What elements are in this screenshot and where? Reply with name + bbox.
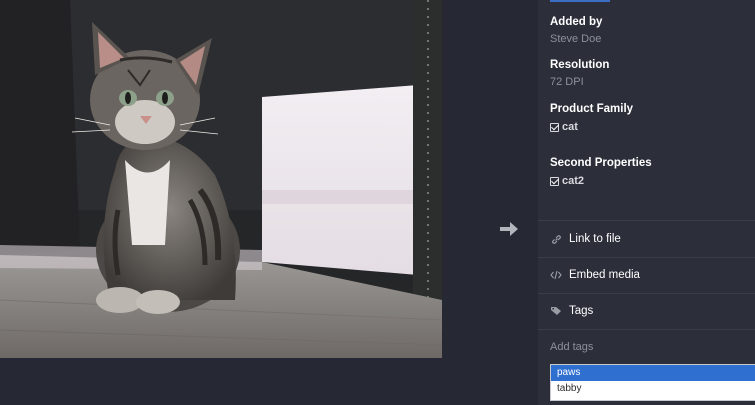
media-preview-pane — [0, 0, 538, 405]
second-properties-value: cat2 — [562, 175, 585, 187]
divider — [538, 293, 755, 294]
link-icon — [550, 233, 562, 245]
tag-icon — [550, 305, 562, 317]
link-to-file-label: Link to file — [569, 233, 621, 245]
link-to-file-button[interactable]: Link to file — [550, 229, 621, 249]
resolution-label: Resolution — [550, 59, 610, 71]
tags-button[interactable]: Tags — [550, 301, 593, 321]
embed-media-button[interactable]: Embed media — [550, 265, 640, 285]
checkbox-checked-icon — [550, 122, 559, 132]
product-family-label: Product Family — [550, 103, 634, 115]
embed-media-label: Embed media — [569, 269, 640, 281]
product-family-checkbox[interactable]: cat — [550, 121, 633, 133]
divider — [538, 257, 755, 258]
product-family-value: cat — [562, 121, 578, 133]
checkbox-checked-icon — [550, 176, 559, 186]
media-details-panel: Added by Steve Doe Resolution 72 DPI Pro… — [538, 0, 755, 405]
second-properties-checkbox[interactable]: cat2 — [550, 175, 652, 187]
tags-label: Tags — [569, 305, 594, 317]
divider — [538, 329, 755, 330]
panel-top-accent — [550, 0, 610, 2]
second-properties-label: Second Properties — [550, 157, 652, 169]
added-by-value: Steve Doe — [550, 33, 602, 45]
product-family-field: Product Family cat — [550, 103, 633, 133]
next-arrow-button[interactable] — [498, 219, 520, 239]
added-by-field: Added by Steve Doe — [550, 16, 602, 45]
arrow-right-icon — [500, 222, 518, 236]
resolution-field: Resolution 72 DPI — [550, 59, 609, 88]
added-by-label: Added by — [550, 16, 603, 28]
tag-option-tabby[interactable]: tabby — [551, 381, 755, 397]
tag-option-paws[interactable]: paws — [551, 365, 755, 381]
code-icon — [550, 269, 562, 281]
add-tags-input[interactable]: Add tags — [550, 341, 593, 353]
kitten-photo — [0, 0, 442, 358]
tag-suggestions-dropdown[interactable]: paws tabby — [550, 364, 755, 401]
second-properties-field: Second Properties cat2 — [550, 157, 652, 187]
divider — [538, 220, 755, 221]
resolution-value: 72 DPI — [550, 76, 584, 88]
